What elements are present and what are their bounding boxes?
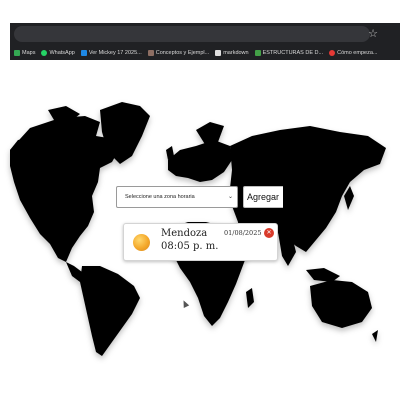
north-america: [10, 116, 120, 262]
city-name: Mendoza: [161, 228, 208, 239]
whatsapp-icon: [41, 49, 48, 56]
europe: [168, 140, 232, 182]
delete-icon[interactable]: ✕: [264, 228, 274, 238]
timezone-select[interactable]: Seleccione una zona horaria ⌄: [116, 186, 238, 208]
australia: [310, 280, 372, 328]
bookmark-structures[interactable]: ESTRUCTURAS DE D...: [254, 49, 324, 57]
bookmark-movie[interactable]: Ver Mickey 17 2025...: [80, 49, 142, 57]
table-icon: [254, 49, 261, 56]
chevron-down-icon: ⌄: [227, 194, 233, 200]
bookmark-concepts[interactable]: Conceptos y Ejempl...: [147, 49, 210, 57]
bookmark-label: Ver Mickey 17 2025...: [88, 49, 142, 56]
markdown-icon: [215, 49, 222, 56]
clock-time: 08:05 p. m.: [161, 241, 219, 252]
clock-date: 01/08/2025: [224, 229, 262, 237]
bookmark-label: ESTRUCTURAS DE D...: [262, 49, 324, 56]
bookmark-markdown[interactable]: markdown: [215, 49, 249, 57]
maps-icon: [14, 49, 20, 56]
url-field[interactable]: [14, 26, 370, 42]
window-top: [0, 0, 400, 22]
web-icon: [329, 49, 336, 56]
bookmark-maps[interactable]: Maps: [14, 49, 35, 57]
video-icon: [80, 49, 87, 56]
bookmark-label: Maps: [22, 49, 36, 56]
bookmark-how-to[interactable]: Cómo empeza...: [329, 49, 377, 57]
document-icon: [147, 49, 154, 56]
madagascar: [246, 288, 254, 308]
bookmark-label: WhatsApp: [49, 49, 75, 56]
indonesia: [306, 268, 340, 282]
timezone-select-value: Seleccione una zona horaria: [125, 194, 195, 200]
sun-icon: [133, 234, 150, 251]
bookmark-label: markdown: [223, 49, 249, 56]
address-bar: ☆: [10, 23, 400, 45]
bookmark-whatsapp[interactable]: WhatsApp: [41, 49, 75, 57]
add-button[interactable]: Agregar: [243, 186, 283, 208]
south-america: [80, 266, 140, 356]
star-icon[interactable]: ☆: [368, 26, 378, 42]
new-zealand: [372, 330, 378, 342]
bookmarks-bar: Maps WhatsApp Ver Mickey 17 2025... Conc…: [10, 45, 400, 60]
clock-card: Mendoza 08:05 p. m. 01/08/2025 ✕: [123, 223, 278, 261]
bookmark-label: Conceptos y Ejempl...: [155, 49, 210, 56]
bookmark-label: Cómo empeza...: [337, 49, 378, 56]
